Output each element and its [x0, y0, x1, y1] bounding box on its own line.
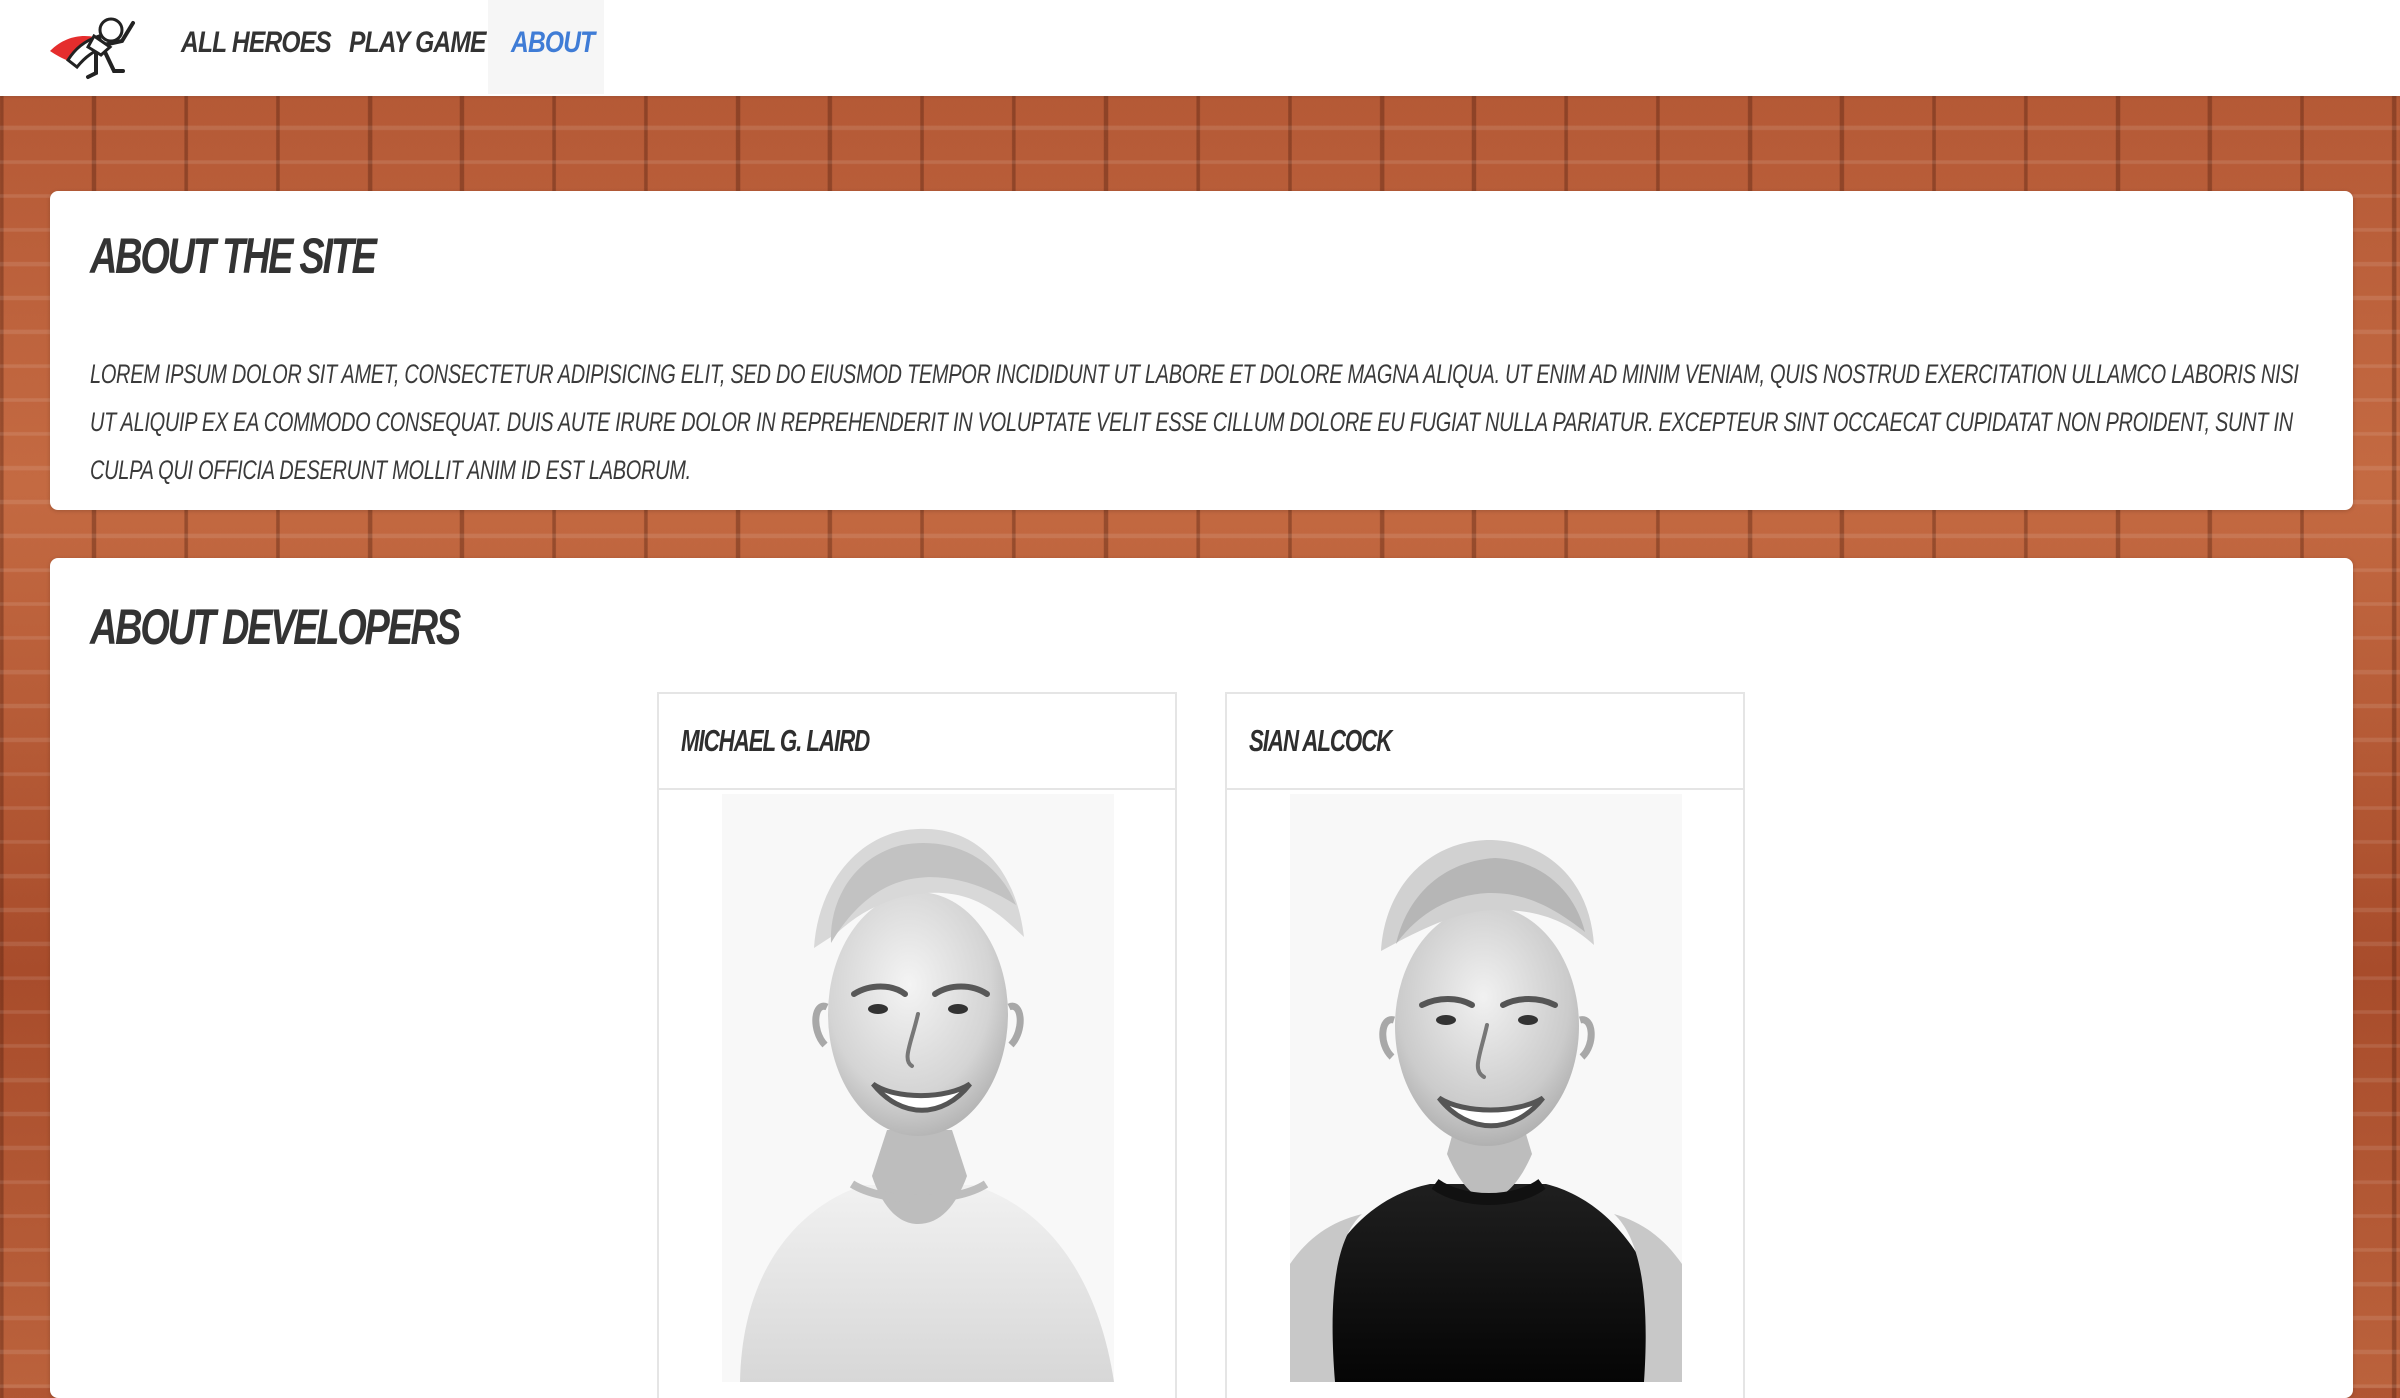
developer-card-header: Sian Alcock [1227, 694, 1743, 790]
developer-name: Sian Alcock [1249, 723, 1392, 758]
developer-portrait [1290, 794, 1682, 1382]
developer-card-michael: Michael G. Laird [657, 692, 1177, 1398]
about-developers-heading: About developers [90, 599, 461, 655]
nav-link-play-game[interactable]: Play Game [349, 0, 486, 96]
developer-card-header: Michael G. Laird [659, 694, 1175, 790]
developer-portrait [722, 794, 1114, 1382]
about-site-description: Lorem ipsum dolor sit amet, consectetur … [90, 359, 2299, 485]
about-developers-card: About developers Michael G. Laird [50, 558, 2353, 1398]
developer-card-sian: Sian Alcock [1225, 692, 1745, 1398]
nav-link-about[interactable]: About [511, 0, 595, 96]
superhero-logo-icon[interactable] [46, 12, 138, 80]
developer-name: Michael G. Laird [681, 723, 870, 758]
top-navbar: All Heroes Play Game About [0, 0, 2400, 96]
about-site-card: About the site Lorem ipsum dolor sit ame… [50, 191, 2353, 510]
nav-link-all-heroes[interactable]: All Heroes [181, 0, 332, 96]
about-site-heading: About the site [90, 228, 377, 284]
